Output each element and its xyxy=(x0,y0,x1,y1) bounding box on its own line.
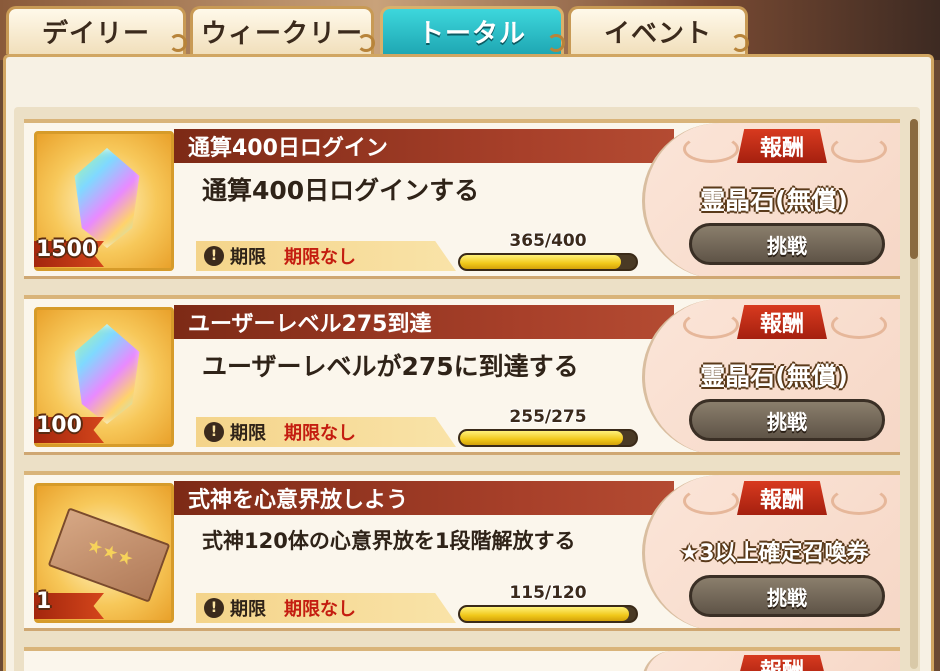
exclamation-icon: ! xyxy=(204,422,224,442)
tab-weekly-label: ウィークリー xyxy=(200,19,363,49)
tab-total[interactable]: トータル xyxy=(380,6,565,54)
reward-name: 霊晶石(無償) xyxy=(700,362,848,391)
cloud-swirl-icon xyxy=(683,135,739,163)
progress-fill xyxy=(460,431,624,445)
cloud-swirl-icon xyxy=(831,311,887,339)
progress-bar xyxy=(458,429,638,447)
mission-description: 通算400日ログインする xyxy=(202,176,480,205)
deadline-bar: ! 期限 期限なし xyxy=(196,593,456,623)
deadline-value: 期限なし xyxy=(284,423,356,444)
mission-card: 1500 通算400日ログイン 通算400日ログインする ! 期限 期限なし 3… xyxy=(24,119,900,279)
reward-area: 報酬 霊晶石(無償) 挑戦 xyxy=(642,123,900,276)
deadline-bar: ! 期限 期限なし xyxy=(196,417,456,447)
progress-text: 255/275 xyxy=(509,407,587,427)
curl-ornament-icon xyxy=(357,34,375,52)
deadline-label: 期限 xyxy=(230,423,266,444)
mission-description: ユーザーレベルが275に到達する xyxy=(202,352,579,381)
tab-daily[interactable]: デイリー xyxy=(6,6,187,54)
reward-name: ★3以上確定召喚券 xyxy=(679,541,869,566)
summon-ticket-icon: ★★★ xyxy=(47,507,171,603)
progress-fill xyxy=(460,607,629,621)
scroll-thumb[interactable] xyxy=(910,119,918,259)
mission-card: 100 ユーザーレベル275到達 ユーザーレベルが275に到達する ! 期限 期… xyxy=(24,295,900,455)
challenge-button[interactable]: 挑戦 xyxy=(689,223,885,265)
mission-panel: 1500 通算400日ログイン 通算400日ログインする ! 期限 期限なし 3… xyxy=(3,54,934,671)
tab-bar: デイリー ウィークリー トータル イベント xyxy=(0,6,760,56)
deadline-bar: ! 期限 期限なし xyxy=(196,241,456,271)
reward-badge: 報酬 xyxy=(737,129,827,163)
curl-ornament-icon xyxy=(547,34,565,52)
tab-event-label: イベント xyxy=(603,19,712,49)
reward-badge: 報酬 xyxy=(737,655,827,671)
reward-area: 報酬 霊晶石(無償) 挑戦 xyxy=(642,299,900,452)
exclamation-icon: ! xyxy=(204,246,224,266)
item-quantity: 100 xyxy=(36,413,82,438)
scrollbar[interactable] xyxy=(910,119,918,669)
progress-text: 115/120 xyxy=(509,583,587,603)
mission-title: 式神を心意界放しよう xyxy=(174,481,674,515)
progress-text: 365/400 xyxy=(509,231,587,251)
tab-daily-label: デイリー xyxy=(41,19,150,49)
progress-fill xyxy=(460,255,621,269)
item-quantity: 1500 xyxy=(36,237,98,262)
curl-ornament-icon xyxy=(169,34,187,52)
mission-title: ユーザーレベル275到達 xyxy=(174,305,674,339)
deadline-value: 期限なし xyxy=(284,599,356,620)
reward-name: 霊晶石(無償) xyxy=(700,186,848,215)
progress-bar xyxy=(458,605,638,623)
mission-card: ★★★ 1 式神を心意界放しよう 式神120体の心意界放を1段階解放する ! 期… xyxy=(24,471,900,631)
deadline-label: 期限 xyxy=(230,599,266,620)
mission-card-partial: 報酬 xyxy=(24,647,900,671)
progress-bar xyxy=(458,253,638,271)
reward-badge: 報酬 xyxy=(737,481,827,515)
mission-title: 通算400日ログイン xyxy=(174,129,674,163)
deadline-value: 期限なし xyxy=(284,247,356,268)
spirit-crystal-icon xyxy=(74,324,140,424)
cloud-swirl-icon xyxy=(831,135,887,163)
cloud-swirl-icon xyxy=(683,487,739,515)
exclamation-icon: ! xyxy=(204,598,224,618)
challenge-button[interactable]: 挑戦 xyxy=(689,399,885,441)
reward-area: 報酬 xyxy=(642,651,900,671)
tab-weekly[interactable]: ウィークリー xyxy=(190,6,375,54)
reward-area: 報酬 ★3以上確定召喚券 挑戦 xyxy=(642,475,900,628)
curl-ornament-icon xyxy=(731,34,749,52)
tab-total-label: トータル xyxy=(417,19,526,49)
star-icon: ★★★ xyxy=(83,534,137,571)
mission-list[interactable]: 1500 通算400日ログイン 通算400日ログインする ! 期限 期限なし 3… xyxy=(14,107,920,671)
challenge-button[interactable]: 挑戦 xyxy=(689,575,885,617)
cloud-swirl-icon xyxy=(683,311,739,339)
mission-description: 式神120体の心意界放を1段階解放する xyxy=(202,529,576,553)
tab-event[interactable]: イベント xyxy=(568,6,749,54)
item-quantity: 1 xyxy=(36,589,52,614)
reward-badge: 報酬 xyxy=(737,305,827,339)
spirit-crystal-icon xyxy=(74,148,140,248)
deadline-label: 期限 xyxy=(230,247,266,268)
cloud-swirl-icon xyxy=(831,487,887,515)
